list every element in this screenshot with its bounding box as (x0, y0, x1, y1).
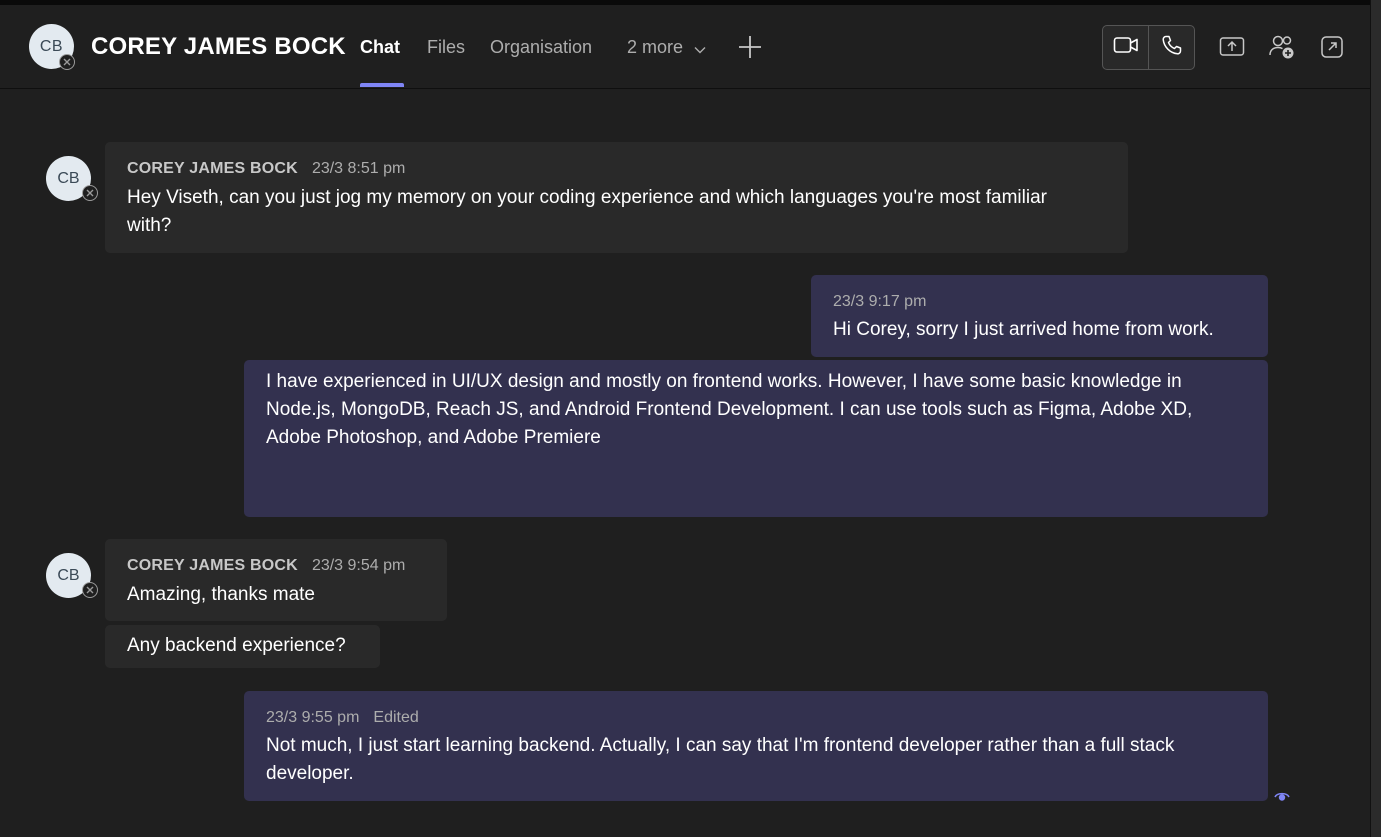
video-call-icon (1113, 35, 1139, 60)
read-receipt-icon (1273, 787, 1291, 805)
avatar-initials: CB (57, 566, 80, 584)
message-bubble-incoming[interactable]: Any backend experience? (105, 625, 380, 668)
message-text: Hey Viseth, can you just jog my memory o… (127, 187, 1047, 236)
pop-out-icon[interactable] (1318, 33, 1346, 61)
message-text: Not much, I just start learning backend.… (266, 735, 1175, 784)
message-sender: COREY JAMES BOCK (127, 160, 298, 177)
avatar-initials: CB (57, 169, 80, 187)
message-timestamp: 23/3 9:55 pm (266, 709, 360, 726)
message-text: Any backend experience? (127, 635, 346, 656)
add-tab-icon[interactable] (737, 34, 763, 60)
tab-chat[interactable]: Chat (360, 37, 400, 58)
message-timestamp: 23/3 9:17 pm (833, 293, 927, 310)
audio-call-button[interactable] (1149, 26, 1195, 69)
message-meta: COREY JAMES BOCK 23/3 8:51 pm (127, 160, 405, 178)
message-text: I have experienced in UI/UX design and m… (266, 371, 1193, 448)
message-bubble-incoming[interactable]: COREY JAMES BOCK 23/3 8:51 pm Hey Viseth,… (105, 142, 1128, 253)
adjacent-window-edge (1370, 0, 1381, 837)
message-meta: COREY JAMES BOCK 23/3 9:54 pm (127, 557, 405, 575)
message-bubble-outgoing[interactable]: 23/3 9:17 pm Hi Corey, sorry I just arri… (811, 275, 1268, 357)
sender-avatar[interactable]: CB (46, 553, 98, 598)
contact-avatar[interactable]: CB (29, 24, 75, 70)
presence-offline-icon (82, 185, 98, 201)
chat-window: CB COREY JAMES BOCK Chat Files Organisat… (0, 5, 1370, 837)
tab-files[interactable]: Files (427, 37, 465, 58)
presence-offline-icon (82, 582, 98, 598)
chat-header: CB COREY JAMES BOCK Chat Files Organisat… (0, 5, 1370, 89)
edited-label: Edited (373, 709, 419, 726)
message-meta: 23/3 9:55 pm Edited (266, 709, 419, 727)
presence-offline-icon (59, 54, 75, 70)
message-sender: COREY JAMES BOCK (127, 557, 298, 574)
call-button-group (1102, 25, 1195, 70)
active-tab-indicator (360, 83, 404, 87)
message-timestamp: 23/3 9:54 pm (311, 557, 406, 574)
message-bubble-incoming[interactable]: COREY JAMES BOCK 23/3 9:54 pm Amazing, th… (105, 539, 447, 621)
message-timestamp: 23/3 8:51 pm (311, 160, 406, 177)
message-meta: 23/3 9:17 pm (833, 293, 926, 311)
chevron-down-icon (694, 38, 706, 59)
message-bubble-outgoing[interactable]: 23/3 9:55 pm Edited Not much, I just star… (244, 691, 1268, 801)
avatar-initials: CB (39, 37, 64, 55)
add-people-icon[interactable] (1268, 33, 1296, 61)
contact-name[interactable]: COREY JAMES BOCK (91, 33, 346, 61)
message-text: Amazing, thanks mate (127, 584, 315, 605)
sender-avatar[interactable]: CB (46, 156, 98, 201)
tab-more-label: 2 more (627, 37, 684, 57)
message-bubble-outgoing[interactable]: I have experienced in UI/UX design and m… (244, 360, 1268, 517)
tab-organisation[interactable]: Organisation (490, 37, 592, 58)
share-screen-icon[interactable] (1218, 33, 1246, 61)
message-text: Hi Corey, sorry I just arrived home from… (833, 319, 1214, 340)
tab-more[interactable]: 2 more (627, 37, 706, 59)
video-call-button[interactable] (1103, 26, 1149, 69)
audio-call-icon (1161, 34, 1183, 61)
